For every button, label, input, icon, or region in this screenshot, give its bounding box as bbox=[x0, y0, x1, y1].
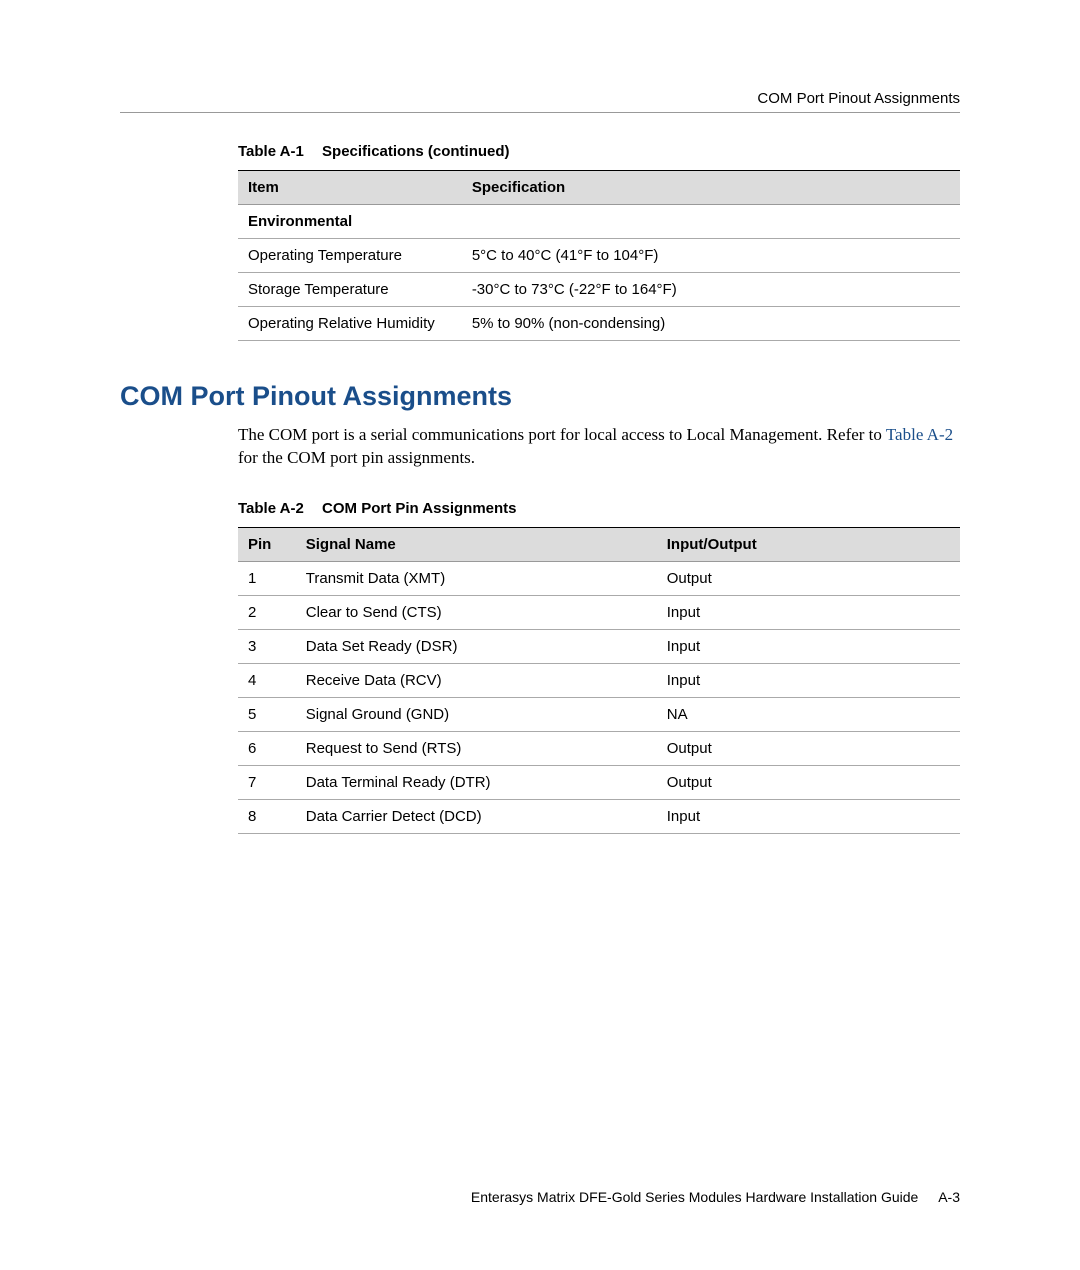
cell-item: Storage Temperature bbox=[238, 273, 462, 307]
table2-caption-title: COM Port Pin Assignments bbox=[322, 500, 516, 517]
table2-caption-number: Table A-2 bbox=[238, 500, 304, 517]
header-rule bbox=[120, 112, 960, 113]
cell-signal: Clear to Send (CTS) bbox=[296, 595, 657, 629]
cell-signal: Data Terminal Ready (DTR) bbox=[296, 765, 657, 799]
cell-io: Input bbox=[657, 663, 960, 697]
cell-pin: 5 bbox=[238, 697, 296, 731]
col-pin: Pin bbox=[238, 527, 296, 561]
table-row: 7 Data Terminal Ready (DTR) Output bbox=[238, 765, 960, 799]
cell-item: Operating Temperature bbox=[238, 239, 462, 273]
cell-pin: 4 bbox=[238, 663, 296, 697]
table-row: Operating Temperature 5°C to 40°C (41°F … bbox=[238, 239, 960, 273]
cell-signal: Data Set Ready (DSR) bbox=[296, 629, 657, 663]
cell-spec: -30°C to 73°C (-22°F to 164°F) bbox=[462, 273, 960, 307]
table-row: 4 Receive Data (RCV) Input bbox=[238, 663, 960, 697]
cell-signal: Receive Data (RCV) bbox=[296, 663, 657, 697]
specs-table: Item Specification Environmental Operati… bbox=[238, 170, 960, 341]
page-header: COM Port Pinout Assignments bbox=[120, 90, 960, 107]
cell-item: Operating Relative Humidity bbox=[238, 307, 462, 341]
cell-signal: Signal Ground (GND) bbox=[296, 697, 657, 731]
cell-io: Input bbox=[657, 629, 960, 663]
table-section-row: Environmental bbox=[238, 205, 960, 239]
cell-io: Output bbox=[657, 731, 960, 765]
footer-text: Enterasys Matrix DFE-Gold Series Modules… bbox=[471, 1189, 918, 1205]
cell-pin: 1 bbox=[238, 561, 296, 595]
cell-signal: Request to Send (RTS) bbox=[296, 731, 657, 765]
section-heading: COM Port Pinout Assignments bbox=[120, 381, 960, 412]
cell-signal: Transmit Data (XMT) bbox=[296, 561, 657, 595]
table2-caption: Table A-2 COM Port Pin Assignments bbox=[238, 500, 960, 517]
table-header-row: Item Specification bbox=[238, 171, 960, 205]
table-row: 8 Data Carrier Detect (DCD) Input bbox=[238, 799, 960, 833]
cell-pin: 3 bbox=[238, 629, 296, 663]
table-row: 3 Data Set Ready (DSR) Input bbox=[238, 629, 960, 663]
col-signal: Signal Name bbox=[296, 527, 657, 561]
body-text-post: for the COM port pin assignments. bbox=[238, 448, 475, 467]
cell-signal: Data Carrier Detect (DCD) bbox=[296, 799, 657, 833]
cell-io: Output bbox=[657, 561, 960, 595]
cell-io: Input bbox=[657, 799, 960, 833]
page-number: A-3 bbox=[938, 1189, 960, 1205]
col-item: Item bbox=[238, 171, 462, 205]
body-text-pre: The COM port is a serial communications … bbox=[238, 425, 886, 444]
table1-caption: Table A-1 Specifications (continued) bbox=[238, 143, 960, 160]
table-row: 2 Clear to Send (CTS) Input bbox=[238, 595, 960, 629]
table-section-label: Environmental bbox=[238, 205, 960, 239]
table-row: 6 Request to Send (RTS) Output bbox=[238, 731, 960, 765]
section-body: The COM port is a serial communications … bbox=[238, 424, 960, 470]
table-row: Operating Relative Humidity 5% to 90% (n… bbox=[238, 307, 960, 341]
cell-io: Input bbox=[657, 595, 960, 629]
cell-spec: 5°C to 40°C (41°F to 104°F) bbox=[462, 239, 960, 273]
page-footer: Enterasys Matrix DFE-Gold Series Modules… bbox=[471, 1189, 960, 1205]
cell-io: NA bbox=[657, 697, 960, 731]
table-row: 1 Transmit Data (XMT) Output bbox=[238, 561, 960, 595]
table-header-row: Pin Signal Name Input/Output bbox=[238, 527, 960, 561]
cell-pin: 6 bbox=[238, 731, 296, 765]
table1-caption-number: Table A-1 bbox=[238, 143, 304, 160]
cell-spec: 5% to 90% (non-condensing) bbox=[462, 307, 960, 341]
table-row: 5 Signal Ground (GND) NA bbox=[238, 697, 960, 731]
table-ref-link[interactable]: Table A-2 bbox=[886, 425, 953, 444]
cell-io: Output bbox=[657, 765, 960, 799]
table-row: Storage Temperature -30°C to 73°C (-22°F… bbox=[238, 273, 960, 307]
pinout-table: Pin Signal Name Input/Output 1 Transmit … bbox=[238, 527, 960, 834]
cell-pin: 2 bbox=[238, 595, 296, 629]
table1-caption-title: Specifications (continued) bbox=[322, 143, 510, 160]
cell-pin: 7 bbox=[238, 765, 296, 799]
cell-pin: 8 bbox=[238, 799, 296, 833]
col-io: Input/Output bbox=[657, 527, 960, 561]
col-spec: Specification bbox=[462, 171, 960, 205]
